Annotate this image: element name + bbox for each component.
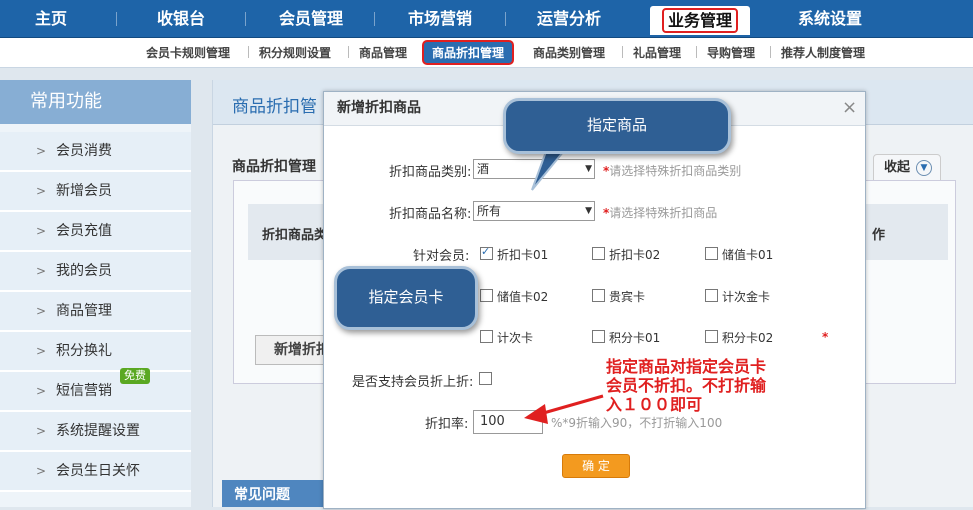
- callout-bubble-card: 指定会员卡: [334, 266, 478, 330]
- callout-bubble-product: 指定商品: [503, 98, 731, 154]
- note-arrow-line: [539, 394, 604, 416]
- callout-text: 指定商品: [586, 116, 647, 134]
- note-arrowhead: [524, 404, 548, 424]
- annotation-note: 指定商品对指定会员卡 会员不折扣。不打折输 入１００即可: [606, 357, 767, 414]
- callout-text: 指定会员卡: [368, 288, 444, 306]
- annotation-arrows: [430, 145, 604, 424]
